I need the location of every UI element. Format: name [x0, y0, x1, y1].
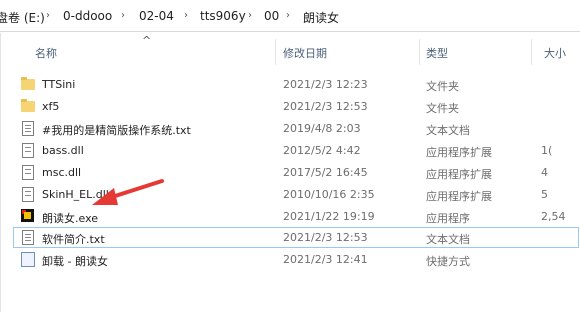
file-name: TTSini [42, 78, 76, 91]
dll-file-icon [22, 187, 34, 202]
folder-icon [21, 77, 35, 90]
sort-ascending-icon: ^ [142, 34, 152, 47]
file-row-xf5[interactable]: xf5 2021/2/3 12:53 文件夹 [13, 96, 579, 117]
file-name: bass.dll [42, 144, 84, 157]
breadcrumb-separator-icon[interactable]: › [248, 10, 252, 21]
file-date: 2021/2/3 12:23 [283, 78, 368, 91]
file-date: 2021/2/3 12:53 [283, 231, 368, 244]
file-size: 5 [541, 188, 548, 201]
file-date: 2021/2/3 12:53 [283, 100, 368, 113]
breadcrumb-tts906y[interactable]: tts906y [200, 9, 246, 23]
file-size: 4 [541, 166, 548, 179]
file-type: 文本文档 [426, 124, 470, 137]
column-divider[interactable] [531, 39, 532, 65]
file-row-msc-dll[interactable]: msc.dll 2017/5/2 16:45 应用程序扩展 4 [13, 162, 579, 183]
file-type: 应用程序 [426, 212, 470, 225]
column-header-size[interactable]: 大小 [544, 45, 566, 61]
file-type: 应用程序扩展 [426, 190, 492, 203]
file-row-intro-txt[interactable]: 软件简介.txt 2021/2/3 12:53 文本文档 [13, 227, 579, 248]
dll-file-icon [22, 143, 34, 158]
file-size: 2,54 [541, 210, 566, 223]
file-type: 文件夹 [426, 80, 459, 93]
folder-icon [21, 99, 35, 112]
text-file-icon [22, 230, 34, 245]
file-name: 软件简介.txt [42, 233, 105, 246]
breadcrumb-drive[interactable]: 盘卷 (E:) [0, 9, 45, 26]
address-bar[interactable]: 盘卷 (E:) › 0-ddooo › 02-04 › tts906y › 00… [0, 0, 580, 32]
breadcrumb-0-ddooo[interactable]: 0-ddooo [63, 9, 112, 23]
column-divider[interactable] [419, 39, 420, 65]
file-row-ttsini[interactable]: TTSini 2021/2/3 12:23 文件夹 [13, 74, 579, 95]
file-date: 2021/1/22 19:19 [283, 210, 375, 223]
breadcrumb-separator-icon[interactable]: › [286, 10, 290, 21]
file-name: SkinH_EL.dll [42, 188, 109, 201]
column-header-name[interactable]: 名称 [35, 45, 57, 61]
column-header-row: ^ 名称 修改日期 类型 大小 [1, 33, 580, 65]
app-exe-icon [21, 209, 34, 222]
text-file-icon [22, 121, 34, 136]
file-date: 2010/10/16 2:35 [283, 188, 375, 201]
file-type: 应用程序扩展 [426, 146, 492, 159]
breadcrumb-00[interactable]: 00 [264, 9, 279, 23]
file-type: 快捷方式 [426, 255, 470, 268]
file-name: 朗读女.exe [42, 212, 99, 225]
file-name: xf5 [42, 100, 60, 113]
file-name: msc.dll [42, 166, 82, 179]
file-row-skinh-dll[interactable]: SkinH_EL.dll 2010/10/16 2:35 应用程序扩展 5 [13, 184, 579, 205]
breadcrumb-separator-icon[interactable]: › [121, 10, 125, 21]
file-size: 1( [541, 144, 553, 157]
column-header-date[interactable]: 修改日期 [283, 45, 327, 61]
file-list[interactable]: ^ 名称 修改日期 类型 大小 TTSini 2021/2/3 12:23 文件… [0, 33, 580, 312]
file-row-bass-dll[interactable]: bass.dll 2012/5/2 4:42 应用程序扩展 1( [13, 140, 579, 161]
file-type: 应用程序扩展 [426, 168, 492, 181]
file-row-readme-txt[interactable]: #我用的是精简版操作系统.txt 2019/4/8 2:03 文本文档 [13, 118, 579, 139]
file-type: 文件夹 [426, 102, 459, 115]
file-row-uninstall-shortcut[interactable]: 卸载 - 朗读女 2021/2/3 12:41 快捷方式 [13, 249, 579, 270]
shortcut-icon [21, 252, 35, 267]
file-date: 2019/4/8 2:03 [283, 122, 361, 135]
file-date: 2012/5/2 4:42 [283, 144, 361, 157]
file-name: #我用的是精简版操作系统.txt [42, 124, 191, 137]
file-row-langdunv-exe[interactable]: 朗读女.exe 2021/1/22 19:19 应用程序 2,54 [13, 206, 579, 227]
column-divider[interactable] [275, 39, 276, 65]
file-type: 文本文档 [426, 233, 470, 246]
column-header-type[interactable]: 类型 [426, 45, 448, 61]
breadcrumb-02-04[interactable]: 02-04 [139, 9, 174, 23]
breadcrumb-separator-icon[interactable]: › [184, 10, 188, 21]
file-date: 2017/5/2 16:45 [283, 166, 368, 179]
file-date: 2021/2/3 12:41 [283, 253, 368, 266]
file-name: 卸载 - 朗读女 [42, 255, 108, 268]
breadcrumb-current-folder[interactable]: 朗读女 [303, 9, 339, 26]
dll-file-icon [22, 165, 34, 180]
breadcrumb-separator-icon[interactable]: › [46, 10, 50, 21]
